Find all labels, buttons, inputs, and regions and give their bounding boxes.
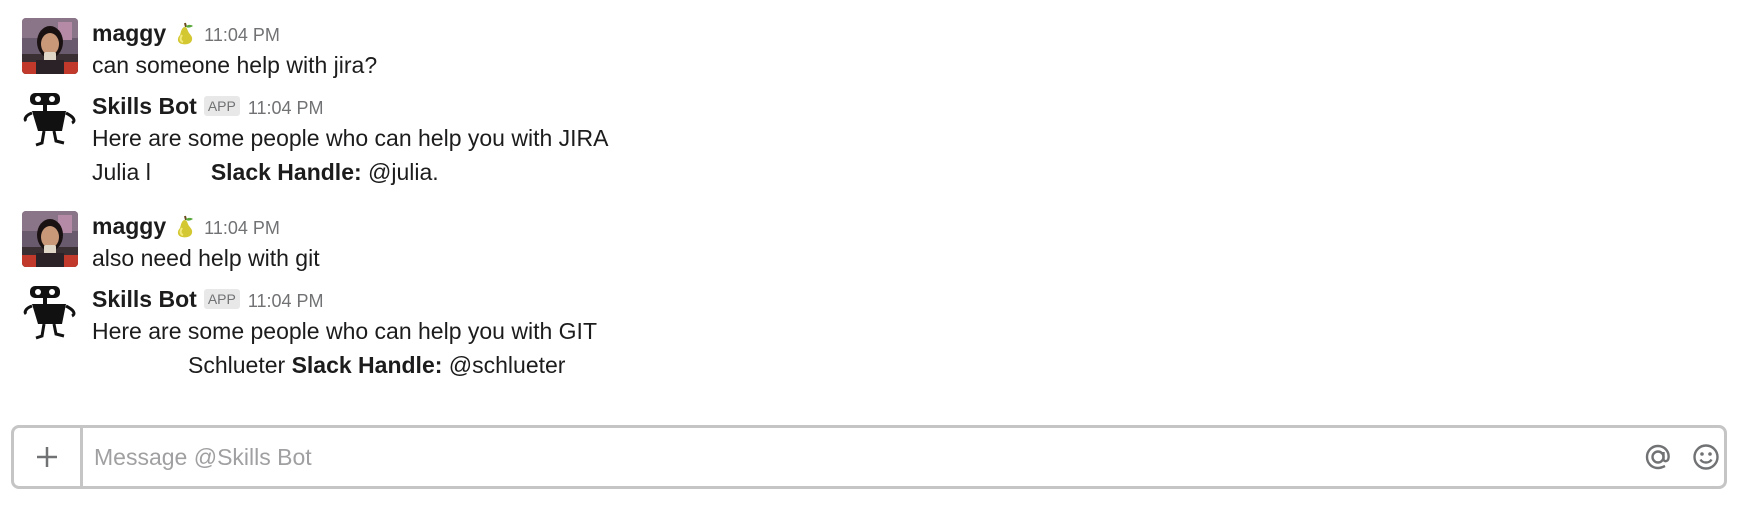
search-result-line: Schlueter Slack Handle: @schlueter: [92, 348, 1712, 382]
sender-name[interactable]: Skills Bot: [92, 93, 197, 120]
bot-avatar[interactable]: [22, 284, 78, 340]
result-handle-label: Slack Handle:: [210, 159, 362, 185]
message-composer: [11, 425, 1727, 489]
result-person-name: Julia l: [92, 159, 151, 185]
result-person-name: Schlueter: [188, 352, 286, 378]
plus-icon: [37, 447, 57, 467]
message-timestamp[interactable]: 11:04 PM: [248, 287, 324, 312]
user-avatar[interactable]: [22, 211, 78, 267]
message-text: Here are some people who can help you wi…: [92, 125, 609, 151]
message-input[interactable]: [94, 428, 1594, 486]
search-result-line: Julia l Slack Handle: @julia.: [92, 155, 1712, 189]
app-badge: APP: [203, 289, 240, 309]
at-sign-icon[interactable]: [1642, 441, 1674, 473]
pear-emoji-icon: [174, 21, 196, 45]
message-text: Here are some people who can help you wi…: [92, 318, 597, 344]
message-list: maggy 11:04 PM can someone help with jir…: [0, 0, 1740, 420]
user-avatar[interactable]: [22, 18, 78, 74]
message-text: can someone help with jira?: [92, 52, 378, 78]
sender-name[interactable]: maggy: [92, 213, 166, 240]
app-badge: APP: [203, 96, 240, 116]
result-handle-label: Slack Handle:: [291, 352, 443, 378]
sender-name[interactable]: Skills Bot: [92, 286, 197, 313]
result-handle[interactable]: @julia.: [368, 159, 439, 185]
result-handle[interactable]: @schlueter: [449, 352, 566, 378]
message-timestamp[interactable]: 11:04 PM: [248, 94, 324, 119]
smiley-icon[interactable]: [1690, 441, 1722, 473]
message-text: also need help with git: [92, 245, 320, 271]
bot-avatar[interactable]: [22, 91, 78, 147]
message-timestamp[interactable]: 11:04 PM: [204, 214, 280, 239]
pear-emoji-icon: [174, 214, 196, 238]
message-timestamp[interactable]: 11:04 PM: [204, 21, 280, 46]
sender-name[interactable]: maggy: [92, 20, 166, 47]
add-attachment-button[interactable]: [14, 428, 83, 486]
